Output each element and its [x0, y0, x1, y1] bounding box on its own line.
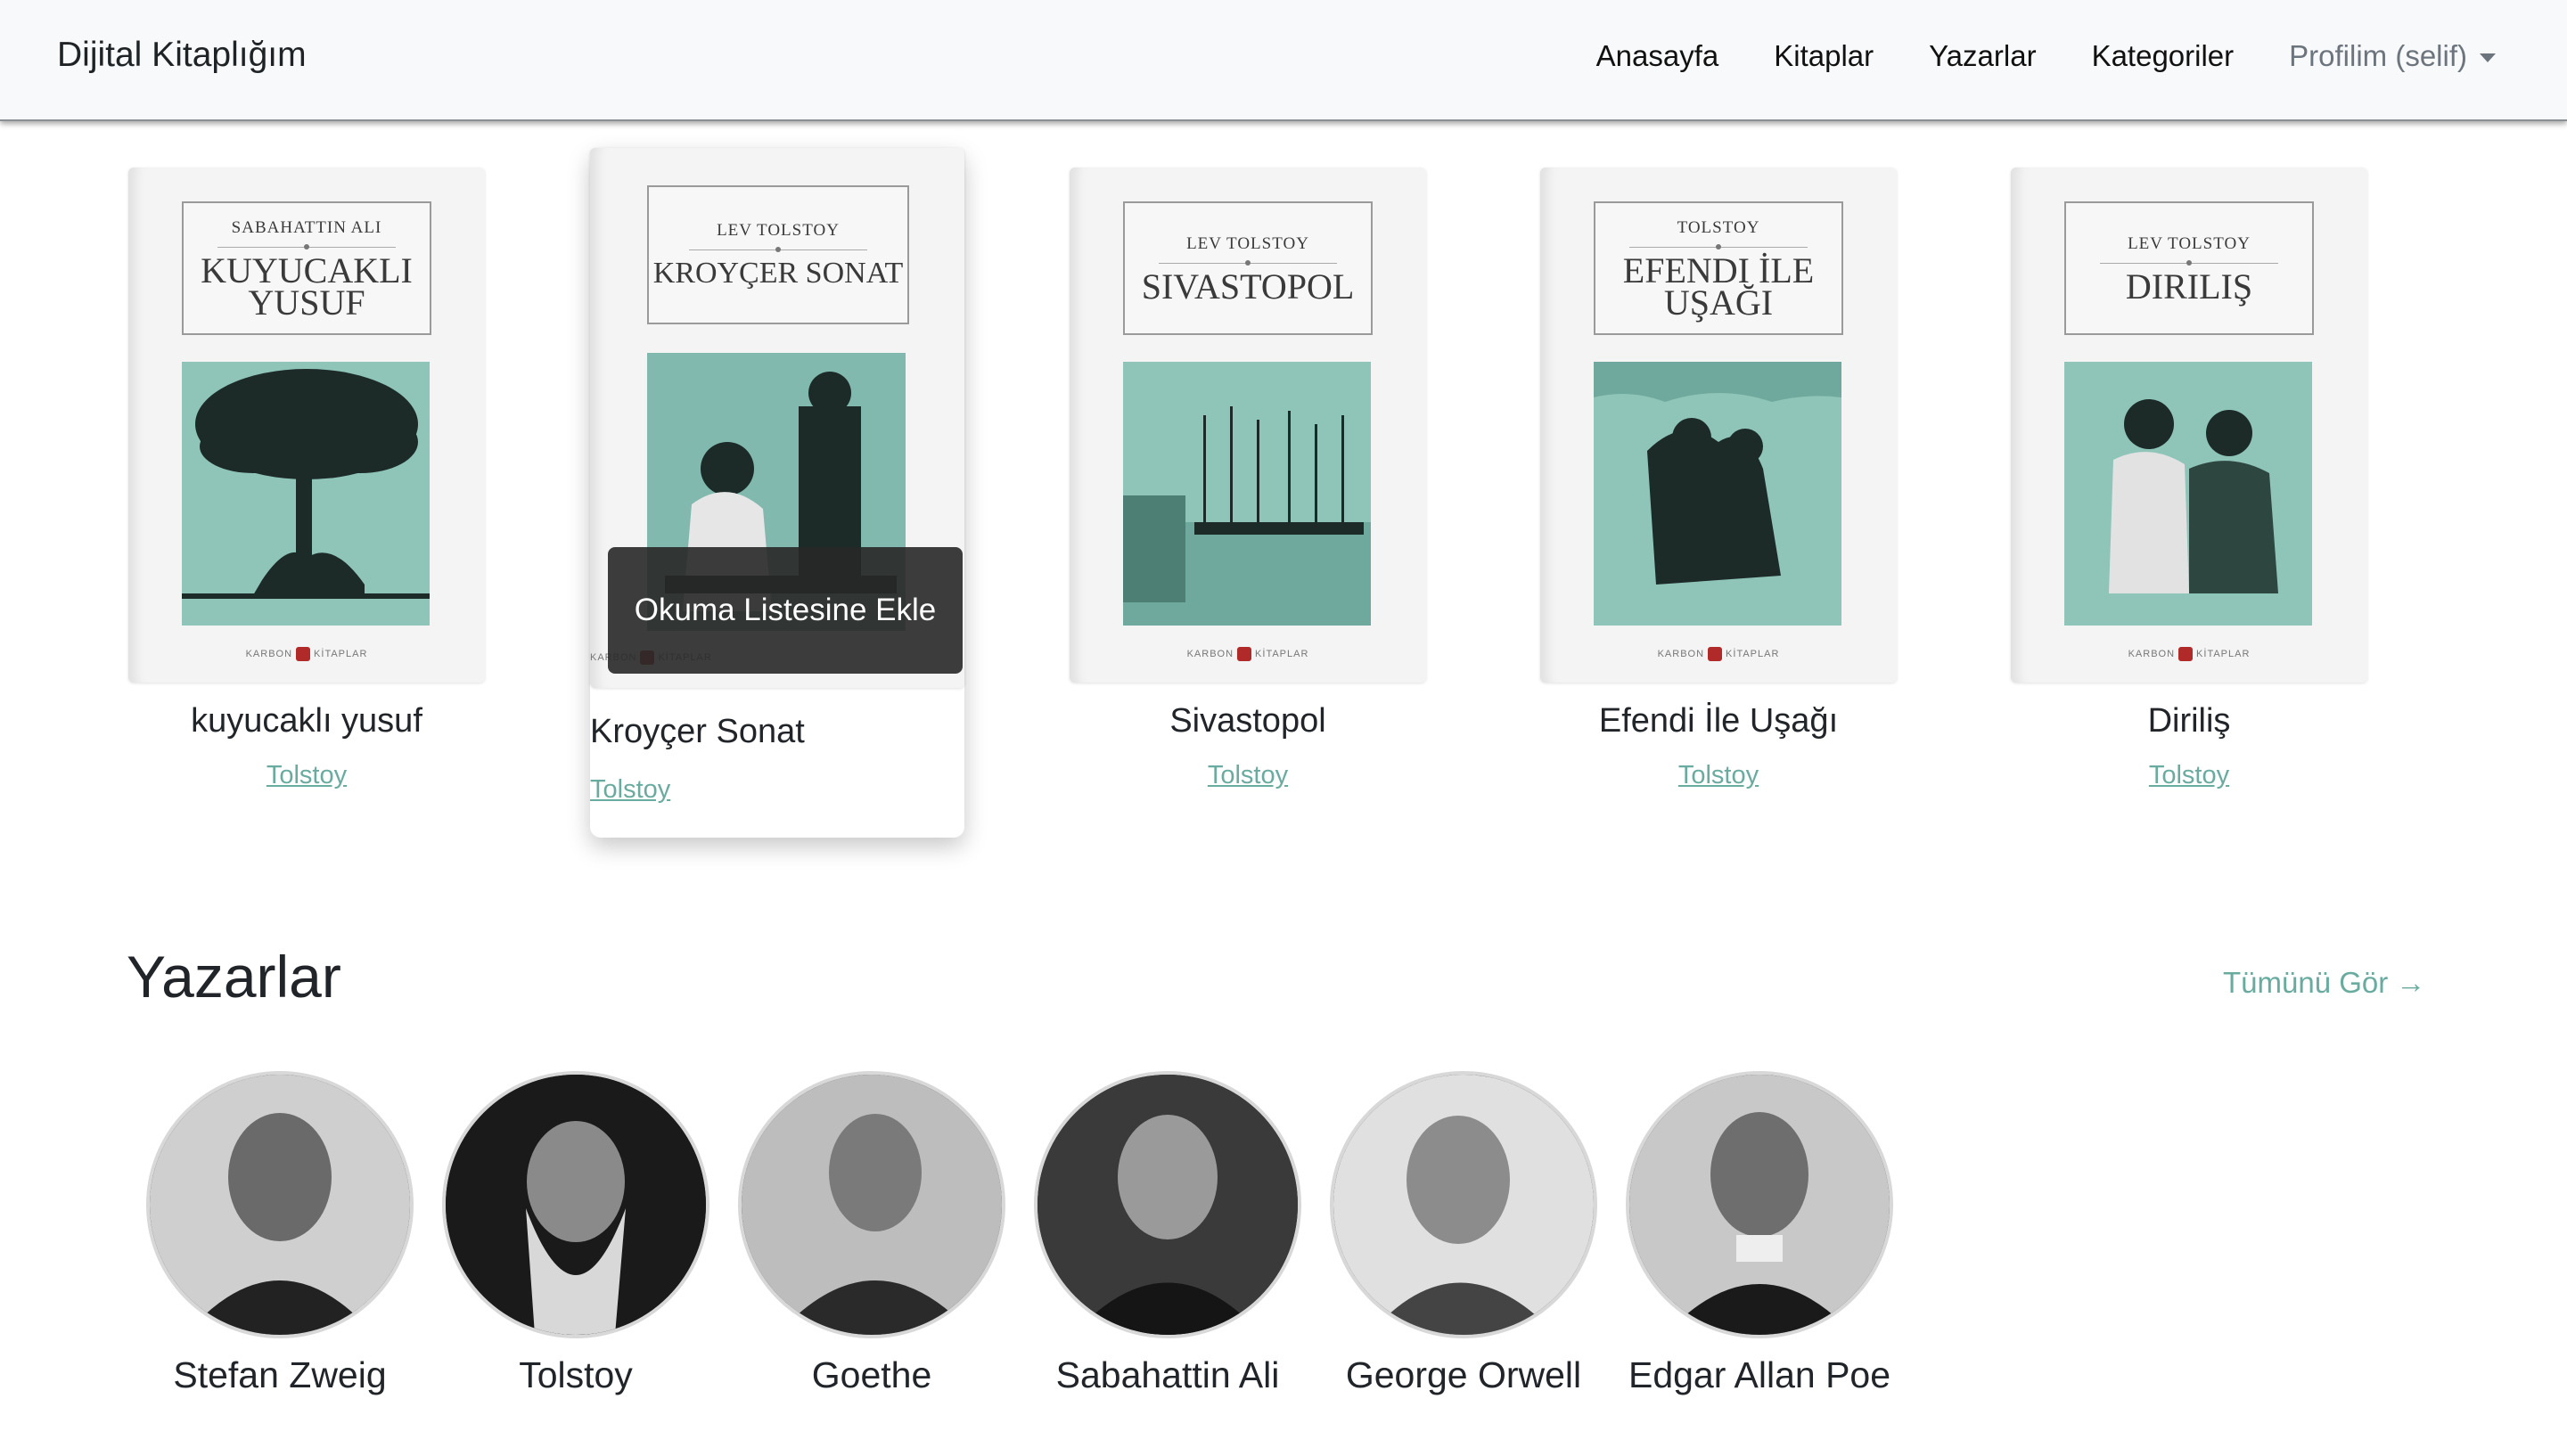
book-title[interactable]: Sivastopol — [1070, 702, 1426, 740]
nav-links: Anasayfa Kitaplar Yazarlar Kategoriler P… — [1596, 39, 2496, 73]
publisher-logo: KARBONKİTAPLAR — [2011, 647, 2367, 661]
divider — [217, 243, 396, 249]
book-title[interactable]: kuyucaklı yusuf — [128, 702, 485, 740]
book-card-hovered[interactable]: Lev Tolstoy Kroyçer Sonat KARBONKİTAPLAR… — [590, 148, 964, 838]
profile-dropdown[interactable]: Profilim (selif) — [2289, 39, 2496, 73]
cover-author: Lev Tolstoy — [1186, 233, 1309, 253]
book-cover[interactable]: Lev Tolstoy Diriliş KARBON KİTAPLAR — [2011, 168, 2367, 683]
cover-author: Lev Tolstoy — [2128, 233, 2251, 253]
author-photo[interactable] — [442, 1071, 709, 1338]
book-author-link[interactable]: Tolstoy — [1070, 761, 1426, 790]
add-to-reading-list-button[interactable]: Okuma Listesine Ekle — [608, 547, 963, 674]
author-photo[interactable] — [1330, 1071, 1597, 1338]
cover-title: Kuyucaklı Yusuf — [201, 249, 413, 323]
author-name[interactable]: George Orwell — [1330, 1354, 1597, 1396]
cover-illustration — [2064, 362, 2312, 626]
book-author-link[interactable]: Tolstoy — [128, 761, 485, 790]
book-title[interactable]: Efendi İle Uşağı — [1540, 702, 1897, 740]
book-author-link[interactable]: Tolstoy — [2011, 761, 2367, 790]
nav-link-books[interactable]: Kitaplar — [1774, 39, 1874, 73]
publisher-logo: KARBONKİTAPLAR — [1540, 647, 1897, 661]
divider — [689, 246, 867, 252]
author-name[interactable]: Tolstoy — [442, 1354, 709, 1396]
cover-title: Efendi İle Uşağı — [1622, 249, 1815, 323]
author-card[interactable]: George Orwell — [1330, 1071, 1597, 1396]
author-name[interactable]: Goethe — [738, 1354, 1005, 1396]
book-title[interactable]: Diriliş — [2011, 702, 2367, 740]
author-card[interactable]: Goethe — [738, 1071, 1005, 1396]
book-cover[interactable]: Lev Tolstoy Sivastopol KARBON KİTAPLAR — [1070, 168, 1426, 683]
divider — [2100, 259, 2278, 266]
cover-frame: Lev Tolstoy Diriliş — [2064, 201, 2314, 335]
author-card[interactable]: Tolstoy — [442, 1071, 709, 1396]
nav-link-home[interactable]: Anasayfa — [1596, 39, 1719, 73]
publisher-logo: KARBONKİTAPLAR — [1070, 647, 1426, 661]
author-photo[interactable] — [1034, 1071, 1301, 1338]
book-title[interactable]: Kroyçer Sonat — [590, 713, 964, 751]
author-photo[interactable] — [146, 1071, 414, 1338]
book-author-link[interactable]: Tolstoy — [1540, 761, 1897, 790]
cover-title: Kroyçer Sonat — [652, 256, 904, 290]
author-name[interactable]: Edgar Allan Poe — [1626, 1354, 1893, 1396]
navbar: Dijital Kitaplığım Anasayfa Kitaplar Yaz… — [0, 0, 2567, 121]
author-name[interactable]: Stefan Zweig — [146, 1354, 414, 1396]
divider — [1159, 259, 1337, 266]
nav-link-categories[interactable]: Kategoriler — [2092, 39, 2235, 73]
book-cover[interactable]: Tolstoy Efendi İle Uşağı KARBON KİTAPLAR — [1540, 168, 1897, 683]
author-photo[interactable] — [738, 1071, 1005, 1338]
author-card[interactable]: Sabahattin Ali — [1034, 1071, 1301, 1396]
cover-title: Sivastopol — [1141, 266, 1355, 307]
chevron-down-icon — [2480, 53, 2496, 62]
author-card[interactable]: Edgar Allan Poe — [1626, 1071, 1893, 1396]
cover-frame: Lev Tolstoy Kroyçer Sonat — [647, 185, 909, 324]
author-name[interactable]: Sabahattin Ali — [1034, 1354, 1301, 1396]
brand-logo[interactable]: Dijital Kitaplığım — [57, 36, 307, 75]
cover-author: Sabahattin Ali — [231, 217, 382, 237]
publisher-logo: KARBONKİTAPLAR — [128, 647, 485, 661]
nav-link-authors[interactable]: Yazarlar — [1929, 39, 2036, 73]
book-cover[interactable]: Lev Tolstoy Kroyçer Sonat KARBONKİTAPLAR… — [590, 148, 964, 688]
author-photo[interactable] — [1626, 1071, 1893, 1338]
book-author-link[interactable]: Tolstoy — [590, 775, 964, 805]
cover-author: Lev Tolstoy — [717, 220, 840, 240]
cover-title: Diriliş — [2125, 266, 2253, 307]
see-all-link[interactable]: Tümünü Gör → — [2223, 966, 2425, 1000]
cover-frame: Tolstoy Efendi İle Uşağı — [1594, 201, 1843, 335]
cover-frame: Sabahattin Ali Kuyucaklı Yusuf — [182, 201, 431, 335]
cover-author: Tolstoy — [1677, 217, 1760, 237]
section-title-authors: Yazarlar — [127, 944, 341, 1010]
cover-illustration — [1123, 362, 1371, 626]
cover-illustration — [182, 362, 430, 626]
divider — [1629, 243, 1808, 249]
cover-illustration — [1594, 362, 1841, 626]
book-cover[interactable]: Sabahattin Ali Kuyucaklı Yusuf KARBON KİT… — [128, 168, 485, 683]
cover-frame: Lev Tolstoy Sivastopol — [1123, 201, 1373, 335]
author-card[interactable]: Stefan Zweig — [146, 1071, 414, 1396]
profile-label: Profilim (selif) — [2289, 39, 2467, 72]
